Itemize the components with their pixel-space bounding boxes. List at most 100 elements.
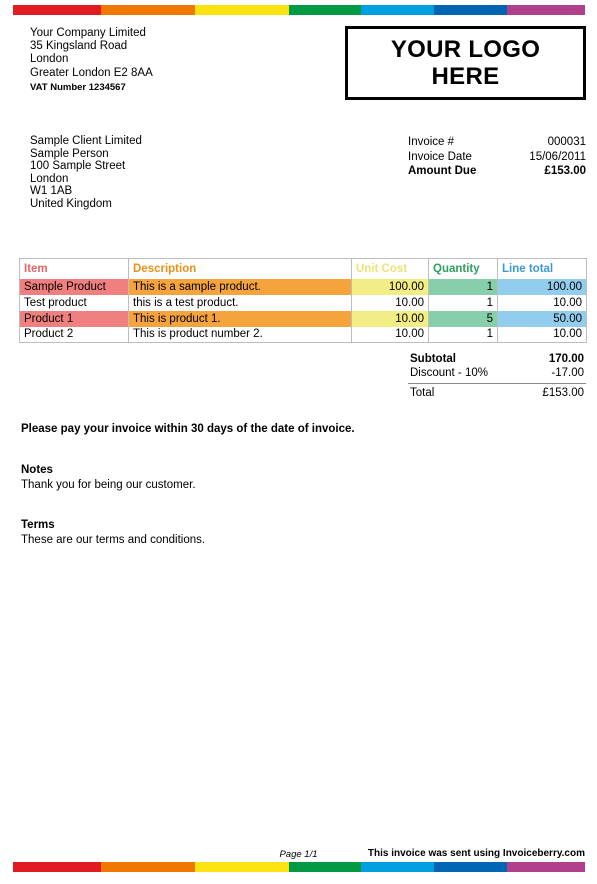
terms-title: Terms xyxy=(21,519,55,531)
cell-description: This is product 1. xyxy=(128,310,352,327)
cell-line-total: 10.00 xyxy=(497,326,587,343)
invoice-number-label: Invoice # xyxy=(408,136,455,148)
footer-branding-note: This invoice was sent using Invoiceberry… xyxy=(367,848,585,859)
total-label: Total xyxy=(410,387,435,399)
discount-value: -17.00 xyxy=(551,367,584,379)
cell-description: This is a sample product. xyxy=(128,278,352,295)
company-name: Your Company Limited xyxy=(30,27,146,39)
amount-due-value: £153.00 xyxy=(544,165,586,177)
client-country: United Kingdom xyxy=(30,197,112,210)
column-header-label: Unit Cost xyxy=(356,262,408,275)
invoice-page: Your Company Limited 35 Kingsland Road L… xyxy=(0,0,597,884)
invoice-meta-block: Invoice # 000031 Invoice Date 15/06/2011… xyxy=(408,135,586,179)
rainbow-segment-5 xyxy=(361,862,435,872)
client-street: 100 Sample Street xyxy=(30,160,126,173)
column-header-line-total: Line total xyxy=(497,258,587,279)
subtotal-value: 170.00 xyxy=(548,353,584,365)
client-city: London xyxy=(30,172,69,185)
cell-unit-cost: 10.00 xyxy=(351,326,429,343)
notes-body: Thank you for being our customer. xyxy=(21,479,196,491)
company-city: London xyxy=(30,53,69,66)
rainbow-segment-7 xyxy=(506,5,585,15)
discount-label: Discount - 10% xyxy=(410,367,488,379)
rainbow-segment-3 xyxy=(195,862,289,872)
client-address-block: Sample Client Limited Sample Person 100 … xyxy=(30,135,142,211)
cell-unit-cost: 10.00 xyxy=(351,310,429,327)
totals-block: Subtotal 170.00 Discount - 10% -17.00 To… xyxy=(408,352,586,400)
line-items-body: Sample Product This is a sample product. 1… xyxy=(19,278,587,343)
rainbow-segment-2 xyxy=(101,862,195,872)
line-items-section: Item Description Unit Cost Quantity Line tot… xyxy=(19,258,587,343)
column-header-unit-cost: Unit Cost xyxy=(351,258,429,279)
client-person: Sample Person xyxy=(30,147,109,160)
cell-quantity: 1 xyxy=(428,294,498,311)
invoice-date-row: Invoice Date 15/06/2011 xyxy=(408,150,586,165)
client-postcode: W1 1AB xyxy=(30,185,73,198)
table-row[interactable]: Product 1 This is product 1. 10.00 5 50.00 xyxy=(19,310,587,327)
column-header-label: Quantity xyxy=(433,262,480,275)
cell-unit-cost: 100.00 xyxy=(351,278,429,295)
table-row[interactable]: Sample Product This is a sample product. 1… xyxy=(19,278,587,295)
rainbow-segment-1 xyxy=(13,862,102,872)
terms-section: Terms These are our terms and conditions… xyxy=(21,518,205,548)
line-items-table: Item Description Unit Cost Quantity Line tot… xyxy=(19,258,587,343)
subtotal-row: Subtotal 170.00 xyxy=(408,352,586,366)
rainbow-segment-6 xyxy=(434,862,507,872)
cell-item: Sample Product xyxy=(19,278,129,295)
payment-terms-message: Please pay your invoice within 30 days o… xyxy=(21,423,355,435)
cell-item: Product 2 xyxy=(19,326,129,343)
cell-quantity: 1 xyxy=(428,326,498,343)
rainbow-bar-top xyxy=(13,5,585,15)
cell-line-total: 50.00 xyxy=(497,310,587,327)
client-company: Sample Client Limited xyxy=(30,135,142,147)
logo-line-2: HERE xyxy=(431,63,500,90)
rainbow-segment-4 xyxy=(288,5,362,15)
subtotal-label: Subtotal xyxy=(410,353,456,365)
amount-due-label: Amount Due xyxy=(408,165,477,177)
cell-line-total: 10.00 xyxy=(497,294,587,311)
logo-line-1: YOUR LOGO xyxy=(390,36,541,63)
notes-title: Notes xyxy=(21,464,53,476)
rainbow-bar-bottom xyxy=(13,862,585,872)
line-items-head: Item Description Unit Cost Quantity Line tot… xyxy=(19,258,587,279)
rainbow-segment-6 xyxy=(434,5,507,15)
rainbow-segment-4 xyxy=(288,862,362,872)
cell-item: Product 1 xyxy=(19,310,129,327)
table-row[interactable]: Product 2 This is product number 2. 10.00 1… xyxy=(19,326,587,343)
column-header-description: Description xyxy=(128,258,352,279)
invoice-number-row: Invoice # 000031 xyxy=(408,135,586,150)
cell-item: Test product xyxy=(19,294,129,311)
invoice-date-value: 15/06/2011 xyxy=(529,150,586,163)
cell-description: this is a test product. xyxy=(128,294,352,311)
rainbow-segment-7 xyxy=(506,862,585,872)
company-address-block: Your Company Limited 35 Kingsland Road L… xyxy=(30,27,153,94)
cell-line-total: 100.00 xyxy=(497,278,587,295)
invoice-number-value: 000031 xyxy=(547,136,586,148)
column-header-label: Line total xyxy=(502,262,554,275)
cell-description: This is product number 2. xyxy=(128,326,352,343)
column-header-item: Item xyxy=(19,258,129,279)
rainbow-segment-2 xyxy=(101,5,195,15)
invoice-date-label: Invoice Date xyxy=(408,150,472,163)
terms-body: These are our terms and conditions. xyxy=(21,534,206,546)
column-header-label: Description xyxy=(133,262,197,275)
table-row[interactable]: Test product this is a test product. 10.00… xyxy=(19,294,587,311)
column-header-label: Item xyxy=(24,262,48,275)
notes-section: Notes Thank you for being our customer. xyxy=(21,463,196,493)
company-address-line1: 35 Kingsland Road xyxy=(30,40,128,53)
total-value: £153.00 xyxy=(542,387,584,399)
logo-placeholder[interactable]: YOUR LOGO HERE xyxy=(345,26,586,100)
column-header-quantity: Quantity xyxy=(428,258,498,279)
rainbow-segment-5 xyxy=(361,5,435,15)
company-vat-number: VAT Number 1234567 xyxy=(30,81,126,93)
rainbow-segment-1 xyxy=(13,5,102,15)
discount-row: Discount - 10% -17.00 xyxy=(408,366,586,380)
rainbow-segment-3 xyxy=(195,5,289,15)
total-row: Total £153.00 xyxy=(408,383,586,400)
cell-quantity: 1 xyxy=(428,278,498,295)
cell-unit-cost: 10.00 xyxy=(351,294,429,311)
cell-quantity: 5 xyxy=(428,310,498,327)
table-header-row: Item Description Unit Cost Quantity Line tot… xyxy=(19,258,587,279)
company-region: Greater London E2 8AA xyxy=(30,66,153,79)
amount-due-row: Amount Due £153.00 xyxy=(408,164,586,179)
